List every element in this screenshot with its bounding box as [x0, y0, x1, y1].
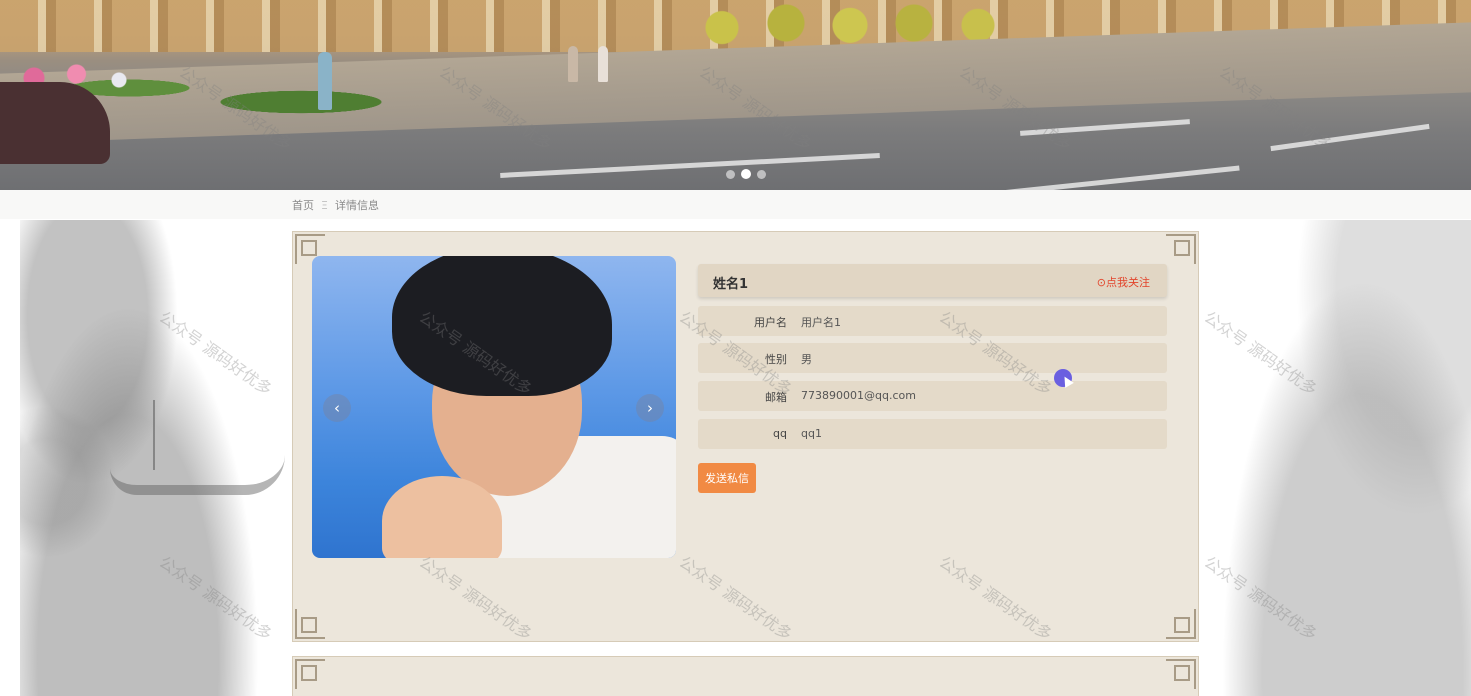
banner-carousel[interactable] — [0, 0, 1471, 190]
corner-ornament — [1166, 609, 1196, 639]
carousel-dot[interactable] — [726, 169, 735, 179]
banner-person — [568, 46, 578, 82]
boat-illustration — [110, 455, 285, 495]
field-row-qq: qq qq1 — [698, 419, 1167, 449]
breadcrumb-bar: 首页 Ξ 详情信息 — [0, 190, 1471, 219]
carousel-dot[interactable] — [757, 169, 766, 179]
breadcrumb-home[interactable]: 首页 — [292, 197, 314, 213]
banner-person — [318, 52, 332, 110]
follow-button[interactable]: ⊙点我关注 — [1097, 274, 1150, 290]
profile-name: 姓名1 — [713, 277, 749, 292]
carousel-prev-icon[interactable]: ‹ — [323, 394, 351, 422]
road-line — [1270, 123, 1430, 152]
carousel-dot-active[interactable] — [741, 169, 751, 179]
profile-header: 姓名1 ⊙点我关注 — [698, 264, 1167, 297]
field-value: qq1 — [801, 427, 822, 440]
ink-painting-right — [1200, 220, 1471, 696]
field-value: 773890001@qq.com — [801, 389, 916, 402]
field-label: 邮箱 — [765, 391, 787, 404]
field-row-gender: 性别 男 — [698, 343, 1167, 373]
road-line — [1020, 119, 1190, 136]
send-message-button[interactable]: 发送私信 — [698, 463, 756, 493]
secondary-panel — [292, 656, 1199, 696]
field-label: 用户名 — [754, 316, 787, 329]
road-line — [500, 153, 880, 178]
breadcrumb-separator: Ξ — [321, 198, 328, 212]
road-line — [1000, 165, 1240, 190]
corner-ornament — [295, 609, 325, 639]
photo-hair — [392, 256, 612, 396]
corner-ornament — [1166, 659, 1196, 689]
profile-photo-carousel: ‹ › — [312, 256, 676, 558]
banner-car — [0, 82, 110, 164]
field-value: 男 — [801, 353, 812, 366]
breadcrumb-current: 详情信息 — [334, 199, 379, 212]
carousel-next-icon[interactable]: › — [636, 394, 664, 422]
breadcrumb: 首页 Ξ 详情信息 — [292, 197, 379, 213]
carousel-indicators — [726, 169, 766, 179]
photo-hands — [382, 476, 502, 558]
detail-panel: ‹ › 姓名1 ⊙点我关注 用户名 用户名1 性别 男 邮箱 773890001… — [292, 231, 1199, 642]
field-label: 性别 — [765, 353, 787, 366]
field-row-email: 邮箱 773890001@qq.com — [698, 381, 1167, 411]
corner-ornament — [295, 659, 325, 689]
field-row-username: 用户名 用户名1 — [698, 306, 1167, 336]
field-value: 用户名1 — [801, 316, 841, 329]
field-label: qq — [773, 427, 787, 440]
corner-ornament — [1166, 234, 1196, 264]
banner-person — [598, 46, 608, 82]
